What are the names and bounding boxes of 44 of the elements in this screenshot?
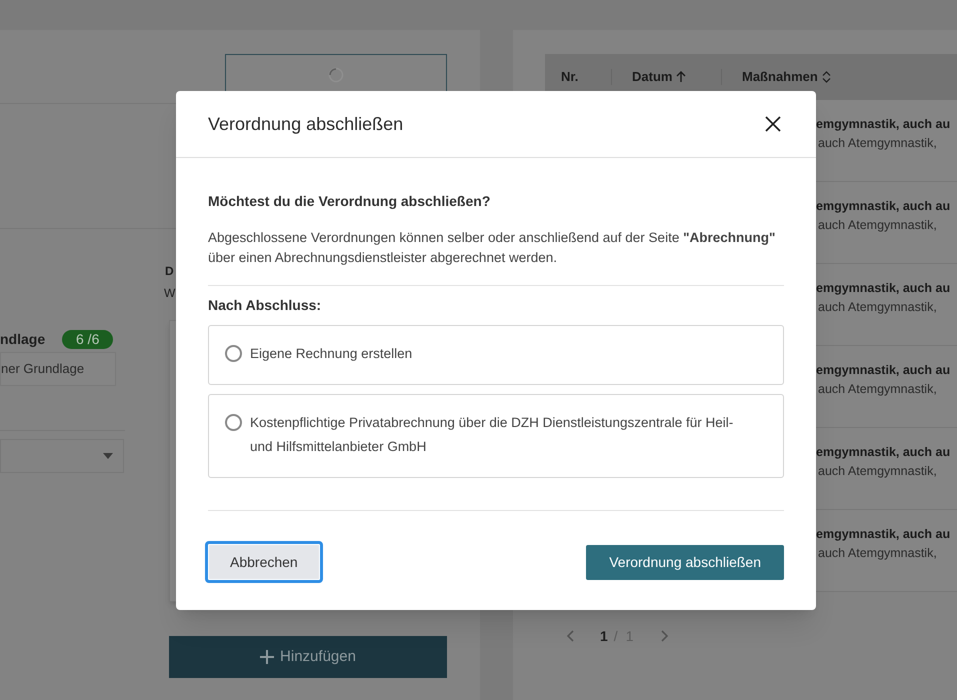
detail-text: W	[164, 285, 176, 302]
previous-page-icon[interactable]	[566, 630, 574, 642]
options-label: Nach Abschluss:	[208, 296, 322, 315]
row-subtitle: auch Atemgymnastik,	[817, 381, 938, 398]
spinner-icon	[328, 67, 344, 83]
close-icon[interactable]	[765, 116, 781, 132]
confirm-button[interactable]: Verordnung abschließen	[586, 544, 784, 580]
cancel-button[interactable]: Abbrechen	[205, 541, 323, 583]
row-title: emgymnastik, auch au	[816, 198, 952, 215]
current-page: 1	[600, 626, 608, 646]
column-header[interactable]: Maßnahmen	[742, 67, 831, 87]
row-subtitle: auch Atemgymnastik,	[817, 217, 938, 234]
select-field[interactable]	[0, 439, 124, 473]
next-page-icon[interactable]	[661, 630, 670, 642]
dialog-question: Möchtest du die Verordnung abschließen?	[208, 192, 492, 211]
option-label: Kostenpflichtige Privatabrechnung über die DZH Dienstleistungszentrale für Heil- und Hilfsmittelanbieter GmbH	[250, 414, 734, 456]
dialog-description: Abgeschlossene Verordnungen können selber oder anschließend auf der Seite "Abrechnung" über einen Abrechnungsdienstleister abgerechnet werden.	[208, 229, 776, 267]
row-title: emgymnastik, auch au	[816, 362, 952, 379]
column-header[interactable]: Datum	[632, 67, 686, 87]
option-label: Eigene Rechnung erstellen	[250, 345, 412, 363]
grundlage-label: ndlage	[0, 330, 46, 349]
plus-icon	[260, 650, 274, 664]
row-subtitle: auch Atemgymnastik,	[817, 463, 938, 480]
row-title: emgymnastik, auch au	[816, 526, 952, 543]
count-badge: 6 /6	[62, 330, 114, 348]
detail-heading: D	[165, 263, 174, 280]
row-title: emgymnastik, auch au	[816, 444, 952, 461]
radio-button[interactable]	[225, 414, 242, 431]
page-separator: /	[614, 626, 618, 646]
radio-option[interactable]: Eigene Rechnung erstellen	[208, 325, 784, 385]
sort-icon	[822, 71, 831, 83]
row-subtitle: auch Atemgymnastik,	[817, 299, 938, 316]
dialog-title: Verordnung abschließen	[208, 112, 404, 136]
sort-up-arrow-icon	[676, 71, 686, 83]
row-subtitle: auch Atemgymnastik,	[817, 135, 938, 152]
radio-option[interactable]: Kostenpflichtige Privatabrechnung über die DZH Dienstleistungszentrale für Heil- und Hilfsmittelanbieter GmbH	[208, 394, 784, 478]
row-title: emgymnastik, auch au	[816, 116, 952, 133]
grundlage-field: ner Grundlage	[0, 352, 116, 386]
dropdown-caret-icon	[103, 453, 113, 459]
radio-button[interactable]	[225, 345, 242, 362]
row-title: emgymnastik, auch au	[816, 280, 952, 297]
add-button[interactable]: Hinzufügen	[169, 636, 447, 678]
row-subtitle: auch Atemgymnastik,	[817, 545, 938, 562]
column-header[interactable]: Nr.	[561, 67, 578, 87]
